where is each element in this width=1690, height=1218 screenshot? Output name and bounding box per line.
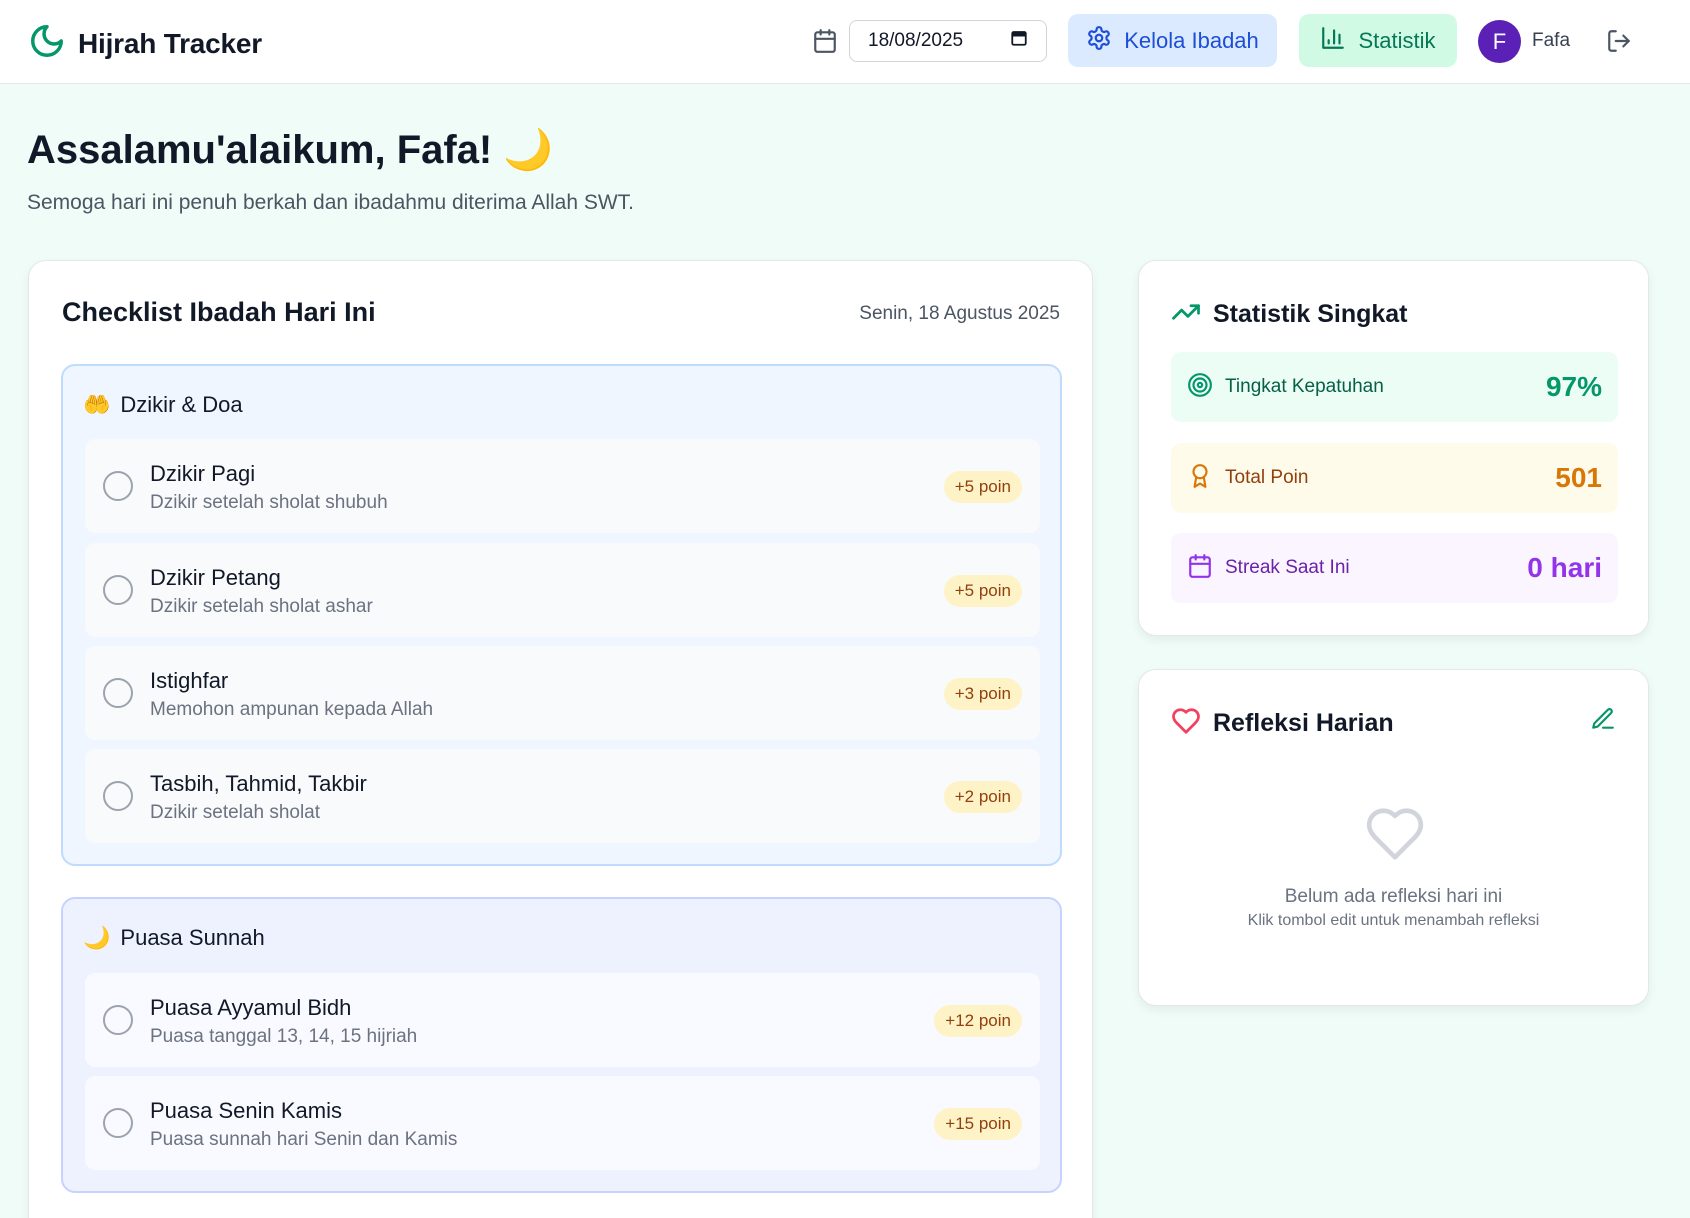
group-title: Puasa Sunnah (120, 925, 265, 950)
reflection-header: Refleksi Harian (1171, 706, 1394, 741)
statistik-button[interactable]: Statistik (1299, 14, 1457, 67)
check-radio[interactable] (103, 1005, 133, 1035)
stats-title: Statistik Singkat (1213, 300, 1408, 328)
list-item[interactable]: Puasa Ayyamul Bidh Puasa tanggal 13, 14,… (85, 973, 1040, 1067)
item-description: Puasa sunnah hari Senin dan Kamis (150, 1129, 458, 1150)
moon-emoji-icon: 🌙 (83, 925, 111, 950)
avatar[interactable]: F (1478, 20, 1521, 63)
item-name: Dzikir Petang (150, 565, 281, 590)
points-badge: +2 poin (943, 781, 1022, 813)
checklist-title: Checklist Ibadah Hari Ini (62, 297, 376, 327)
stats-card: Statistik Singkat Tingkat Kepatuhan 97% … (1138, 260, 1649, 636)
empty-state-hint: Klik tombol edit untuk menambah refleksi (1247, 912, 1540, 929)
compliance-stat: Tingkat Kepatuhan 97% (1171, 352, 1618, 422)
greeting-title: Assalamu'alaikum, Fafa! 🌙 (27, 128, 554, 172)
check-radio[interactable] (103, 575, 133, 605)
list-item[interactable]: Puasa Senin Kamis Puasa sunnah hari Seni… (85, 1076, 1040, 1170)
reflection-title: Refleksi Harian (1213, 709, 1394, 737)
total-points-stat: Total Poin 501 (1171, 443, 1618, 513)
check-radio[interactable] (103, 471, 133, 501)
check-radio[interactable] (103, 678, 133, 708)
group-header: 🤲 Dzikir & Doa (83, 392, 243, 418)
item-name: Dzikir Pagi (150, 461, 256, 486)
edit-icon[interactable] (1590, 706, 1616, 737)
points-badge: +12 poin (934, 1005, 1022, 1037)
checklist-date: Senin, 18 Agustus 2025 (859, 303, 1060, 324)
moon-icon (28, 22, 66, 65)
stat-value: 97% (1545, 371, 1602, 402)
statistik-label: Statistik (1358, 27, 1436, 53)
item-description: Puasa tanggal 13, 14, 15 hijriah (150, 1026, 418, 1047)
award-icon (1187, 463, 1213, 494)
item-description: Memohon ampunan kepada Allah (150, 699, 434, 720)
bar-chart-icon (1320, 25, 1346, 57)
group-dzikir-doa: 🤲 Dzikir & Doa Dzikir Pagi Dzikir setela… (61, 364, 1062, 866)
username: Fafa (1532, 30, 1571, 51)
empty-heart-icon (1364, 803, 1426, 870)
stat-label: Total Poin (1225, 467, 1309, 488)
list-item[interactable]: Tasbih, Tahmid, Takbir Dzikir setelah sh… (85, 749, 1040, 843)
check-radio[interactable] (103, 1108, 133, 1138)
kelola-ibadah-button[interactable]: Kelola Ibadah (1068, 14, 1277, 67)
list-item[interactable]: Dzikir Pagi Dzikir setelah sholat shubuh… (85, 439, 1040, 533)
item-name: Puasa Ayyamul Bidh (150, 995, 352, 1020)
item-description: Dzikir setelah sholat ashar (150, 596, 373, 617)
points-badge: +5 poin (943, 575, 1022, 607)
top-bar: Hijrah Tracker 18/08/2025 Kelola Ibadah (0, 0, 1690, 84)
app-title: Hijrah Tracker (78, 27, 262, 59)
group-title: Dzikir & Doa (120, 392, 243, 417)
date-picker-input[interactable]: 18/08/2025 (849, 20, 1047, 62)
item-description: Dzikir setelah sholat shubuh (150, 492, 388, 513)
trending-up-icon (1171, 297, 1201, 332)
stat-value: 501 (1555, 462, 1602, 493)
group-puasa-sunnah: 🌙 Puasa Sunnah Puasa Ayyamul Bidh Puasa … (61, 897, 1062, 1193)
stats-header: Statistik Singkat (1171, 297, 1408, 332)
reflection-card: Refleksi Harian Belum ada refleksi hari … (1138, 669, 1649, 1006)
hands-icon: 🤲 (83, 392, 111, 417)
calendar-picker-icon[interactable] (1010, 29, 1028, 53)
item-name: Puasa Senin Kamis (150, 1098, 342, 1123)
checklist-card: Checklist Ibadah Hari Ini Senin, 18 Agus… (28, 260, 1093, 1218)
stat-label: Streak Saat Ini (1225, 557, 1350, 578)
item-name: Istighfar (150, 668, 229, 693)
streak-stat: Streak Saat Ini 0 hari (1171, 533, 1618, 603)
empty-state-text: Belum ada refleksi hari ini (1284, 886, 1503, 907)
list-item[interactable]: Istighfar Memohon ampunan kepada Allah +… (85, 646, 1040, 740)
calendar-icon (1187, 553, 1213, 584)
stat-label: Tingkat Kepatuhan (1225, 376, 1384, 397)
greeting-subtitle: Semoga hari ini penuh berkah dan ibadahm… (27, 191, 635, 214)
check-radio[interactable] (103, 781, 133, 811)
group-header: 🌙 Puasa Sunnah (83, 925, 265, 951)
item-name: Tasbih, Tahmid, Takbir (150, 771, 367, 796)
points-badge: +5 poin (943, 471, 1022, 503)
points-badge: +15 poin (934, 1108, 1022, 1140)
date-value: 18/08/2025 (868, 30, 964, 51)
logout-icon[interactable] (1606, 28, 1632, 59)
brand[interactable]: Hijrah Tracker (28, 22, 262, 65)
item-description: Dzikir setelah sholat (150, 802, 321, 823)
kelola-ibadah-label: Kelola Ibadah (1124, 27, 1259, 53)
gear-icon (1086, 25, 1112, 57)
heart-icon (1171, 706, 1201, 741)
target-icon (1187, 372, 1213, 403)
points-badge: +3 poin (943, 678, 1022, 710)
stat-value: 0 hari (1527, 552, 1602, 583)
list-item[interactable]: Dzikir Petang Dzikir setelah sholat asha… (85, 543, 1040, 637)
calendar-icon (812, 28, 838, 59)
